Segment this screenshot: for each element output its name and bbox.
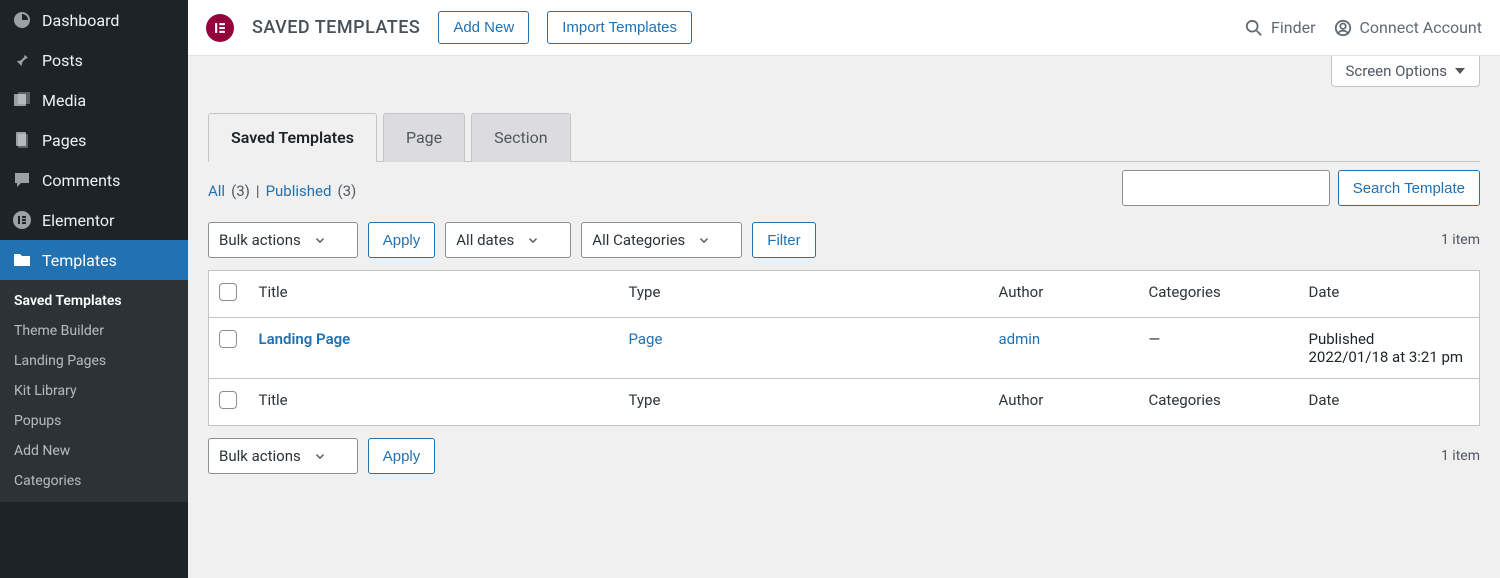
page-title: SAVED TEMPLATES — [252, 17, 420, 38]
sidebar-item-posts[interactable]: Posts — [0, 40, 188, 80]
row-checkbox[interactable] — [219, 330, 237, 348]
sidebar-label: Posts — [42, 51, 83, 70]
sidebar-item-templates[interactable]: Templates — [0, 240, 188, 280]
admin-sidebar: Dashboard Posts Media Pages Comments Ele… — [0, 0, 188, 578]
row-date-value: 2022/01/18 at 3:21 pm — [1309, 348, 1464, 366]
tab-page[interactable]: Page — [383, 113, 465, 162]
bulk-actions-select[interactable]: Bulk actions — [208, 222, 358, 258]
sidebar-label: Media — [42, 91, 86, 110]
sidebar-item-elementor[interactable]: Elementor — [0, 200, 188, 240]
import-templates-button[interactable]: Import Templates — [547, 11, 692, 44]
add-new-button[interactable]: Add New — [438, 11, 529, 44]
chevron-down-icon — [313, 449, 327, 463]
col-date[interactable]: Date — [1299, 271, 1480, 318]
categories-select[interactable]: All Categories — [581, 222, 742, 258]
templates-table: Title Type Author Categories Date Landin… — [208, 270, 1480, 426]
apply-button[interactable]: Apply — [368, 222, 436, 258]
connect-label: Connect Account — [1360, 18, 1482, 37]
col-categories: Categories — [1139, 271, 1299, 318]
col-author-foot: Author — [989, 379, 1139, 426]
folder-icon — [12, 250, 32, 270]
submenu-categories[interactable]: Categories — [0, 466, 188, 496]
bulk-actions-select-bottom[interactable]: Bulk actions — [208, 438, 358, 474]
sidebar-submenu: Saved Templates Theme Builder Landing Pa… — [0, 280, 188, 502]
filter-published[interactable]: Published — [266, 182, 332, 200]
chevron-down-icon — [313, 233, 327, 247]
search-row: Search Template — [208, 170, 1480, 206]
row-type-link[interactable]: Page — [629, 330, 663, 348]
submenu-theme-builder[interactable]: Theme Builder — [0, 316, 188, 346]
sidebar-label: Templates — [42, 251, 117, 270]
select-all-checkbox[interactable] — [219, 283, 237, 301]
sidebar-item-media[interactable]: Media — [0, 80, 188, 120]
sidebar-item-comments[interactable]: Comments — [0, 160, 188, 200]
filter-button[interactable]: Filter — [752, 222, 815, 258]
item-count-bottom: 1 item — [1441, 448, 1480, 464]
col-categories-foot: Categories — [1139, 379, 1299, 426]
content: Screen Options Saved Templates Page Sect… — [188, 56, 1500, 494]
sidebar-label: Elementor — [42, 211, 114, 230]
apply-button-bottom[interactable]: Apply — [368, 438, 436, 474]
comments-icon — [12, 170, 32, 190]
submenu-landing-pages[interactable]: Landing Pages — [0, 346, 188, 376]
dates-select[interactable]: All dates — [445, 222, 571, 258]
pin-icon — [12, 50, 32, 70]
row-date-status: Published — [1309, 330, 1375, 348]
separator: | — [256, 182, 260, 200]
sidebar-label: Comments — [42, 171, 120, 190]
pages-icon — [12, 130, 32, 150]
submenu-add-new[interactable]: Add New — [0, 436, 188, 466]
elementor-icon — [12, 210, 32, 230]
bulk-actions-label: Bulk actions — [219, 231, 301, 249]
tab-saved-templates[interactable]: Saved Templates — [208, 113, 377, 162]
bulk-actions-label: Bulk actions — [219, 447, 301, 465]
screen-options-label: Screen Options — [1346, 62, 1448, 80]
dates-label: All dates — [456, 231, 514, 249]
connect-account-button[interactable]: Connect Account — [1334, 18, 1482, 37]
search-icon — [1245, 19, 1263, 37]
table-row: Landing Page Page admin — Published 2022… — [209, 318, 1480, 379]
tab-section[interactable]: Section — [471, 113, 570, 162]
col-date-foot[interactable]: Date — [1299, 379, 1480, 426]
row-categories: — — [1139, 318, 1299, 379]
dashboard-icon — [12, 10, 32, 30]
col-author: Author — [989, 271, 1139, 318]
tabs: Saved Templates Page Section — [208, 112, 1480, 162]
item-count-top: 1 item — [1441, 232, 1480, 248]
main-area: SAVED TEMPLATES Add New Import Templates… — [188, 0, 1500, 578]
row-title-link[interactable]: Landing Page — [259, 330, 351, 348]
media-icon — [12, 90, 32, 110]
categories-label: All Categories — [592, 231, 685, 249]
sidebar-label: Pages — [42, 131, 86, 150]
bottom-controls: Bulk actions Apply 1 item — [208, 438, 1480, 474]
submenu-popups[interactable]: Popups — [0, 406, 188, 436]
user-icon — [1334, 19, 1352, 37]
col-title-foot[interactable]: Title — [249, 379, 619, 426]
row-date: Published 2022/01/18 at 3:21 pm — [1299, 318, 1480, 379]
search-template-button[interactable]: Search Template — [1338, 170, 1480, 206]
top-controls: Bulk actions Apply All dates All Categor… — [208, 222, 1480, 258]
search-input[interactable] — [1122, 170, 1330, 206]
sidebar-label: Dashboard — [42, 11, 119, 30]
sidebar-item-dashboard[interactable]: Dashboard — [0, 0, 188, 40]
filter-all-count: (3) — [231, 182, 250, 200]
chevron-down-icon — [697, 233, 711, 247]
finder-label: Finder — [1271, 18, 1316, 37]
col-type-foot: Type — [619, 379, 989, 426]
select-all-checkbox-bottom[interactable] — [219, 391, 237, 409]
chevron-down-icon — [1455, 68, 1465, 74]
finder-button[interactable]: Finder — [1245, 18, 1316, 37]
col-type: Type — [619, 271, 989, 318]
elementor-logo-icon — [206, 14, 234, 42]
chevron-down-icon — [526, 233, 540, 247]
filter-all[interactable]: All — [208, 182, 225, 200]
topbar: SAVED TEMPLATES Add New Import Templates… — [188, 0, 1500, 56]
screen-options-button[interactable]: Screen Options — [1331, 56, 1481, 87]
row-author-link[interactable]: admin — [999, 330, 1041, 348]
col-title[interactable]: Title — [249, 271, 619, 318]
filter-published-count: (3) — [337, 182, 356, 200]
submenu-kit-library[interactable]: Kit Library — [0, 376, 188, 406]
sidebar-item-pages[interactable]: Pages — [0, 120, 188, 160]
submenu-saved-templates[interactable]: Saved Templates — [0, 286, 188, 316]
